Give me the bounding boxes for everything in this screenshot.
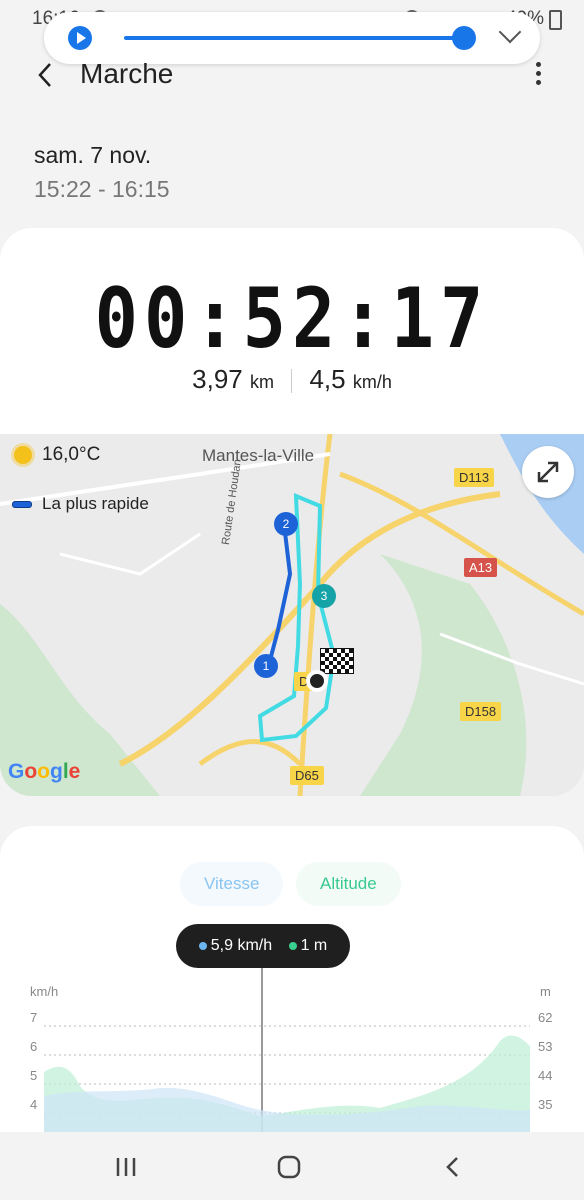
route-marker-3[interactable]: 3 bbox=[312, 584, 336, 608]
road-shield: D65 bbox=[290, 766, 324, 785]
graph-plot bbox=[44, 1025, 530, 1132]
chevron-down-icon[interactable] bbox=[498, 20, 522, 44]
google-logo: Google bbox=[8, 760, 81, 783]
session-date: sam. 7 nov. bbox=[34, 142, 152, 168]
recent-apps-icon[interactable] bbox=[114, 1156, 138, 1178]
expand-icon bbox=[537, 461, 559, 483]
distance-unit: km bbox=[249, 372, 274, 392]
route-legend: La plus rapide bbox=[12, 494, 149, 514]
play-icon[interactable] bbox=[68, 26, 92, 50]
home-icon[interactable] bbox=[277, 1155, 301, 1179]
expand-map-button[interactable] bbox=[522, 446, 574, 498]
road-shield: D158 bbox=[460, 702, 502, 721]
stats-row: 3,97 km 4,5 km/h bbox=[0, 364, 584, 395]
map-drawing bbox=[0, 434, 584, 796]
back-icon[interactable] bbox=[444, 1156, 462, 1178]
system-nav-bar bbox=[0, 1132, 584, 1200]
weather: 16,0°C bbox=[14, 444, 100, 466]
speed-value: 4,5 bbox=[309, 364, 346, 394]
sun-icon bbox=[14, 445, 32, 464]
media-controls bbox=[44, 12, 540, 64]
finish-flag-icon bbox=[320, 648, 354, 674]
duration: 00:52:17 bbox=[94, 269, 490, 367]
media-progress-knob[interactable] bbox=[452, 26, 476, 50]
divider bbox=[291, 369, 293, 394]
road-shield: A13 bbox=[464, 558, 498, 577]
route-marker-1[interactable]: 1 bbox=[254, 654, 278, 678]
session-time-range: 15:22 - 16:15 bbox=[34, 176, 170, 202]
back-arrow-icon[interactable] bbox=[32, 60, 62, 90]
workout-summary-card: 00:52:17 3,97 km 4,5 km/h 16,0°C La plus bbox=[0, 228, 584, 796]
start-point-icon bbox=[306, 670, 328, 692]
route-marker-2[interactable]: 2 bbox=[274, 512, 298, 536]
graph-card: Vitesse Altitude 5,9 km/h 1 m km/h m 7 6… bbox=[0, 826, 584, 1132]
page-title: Marche bbox=[80, 58, 174, 89]
legend-swatch bbox=[12, 501, 32, 509]
route-map[interactable]: 16,0°C La plus rapide Mantes-la-Ville Ro… bbox=[0, 434, 584, 796]
more-options-icon[interactable] bbox=[528, 62, 548, 90]
weather-temp: 16,0°C bbox=[42, 444, 101, 465]
battery-icon bbox=[549, 10, 562, 30]
place-label: Mantes-la-Ville bbox=[202, 446, 315, 465]
speed-unit: km/h bbox=[352, 372, 392, 392]
legend-label: La plus rapide bbox=[42, 494, 149, 513]
road-shield: D113 bbox=[454, 468, 495, 487]
distance-value: 3,97 bbox=[192, 364, 243, 394]
media-progress-track[interactable] bbox=[124, 36, 466, 40]
